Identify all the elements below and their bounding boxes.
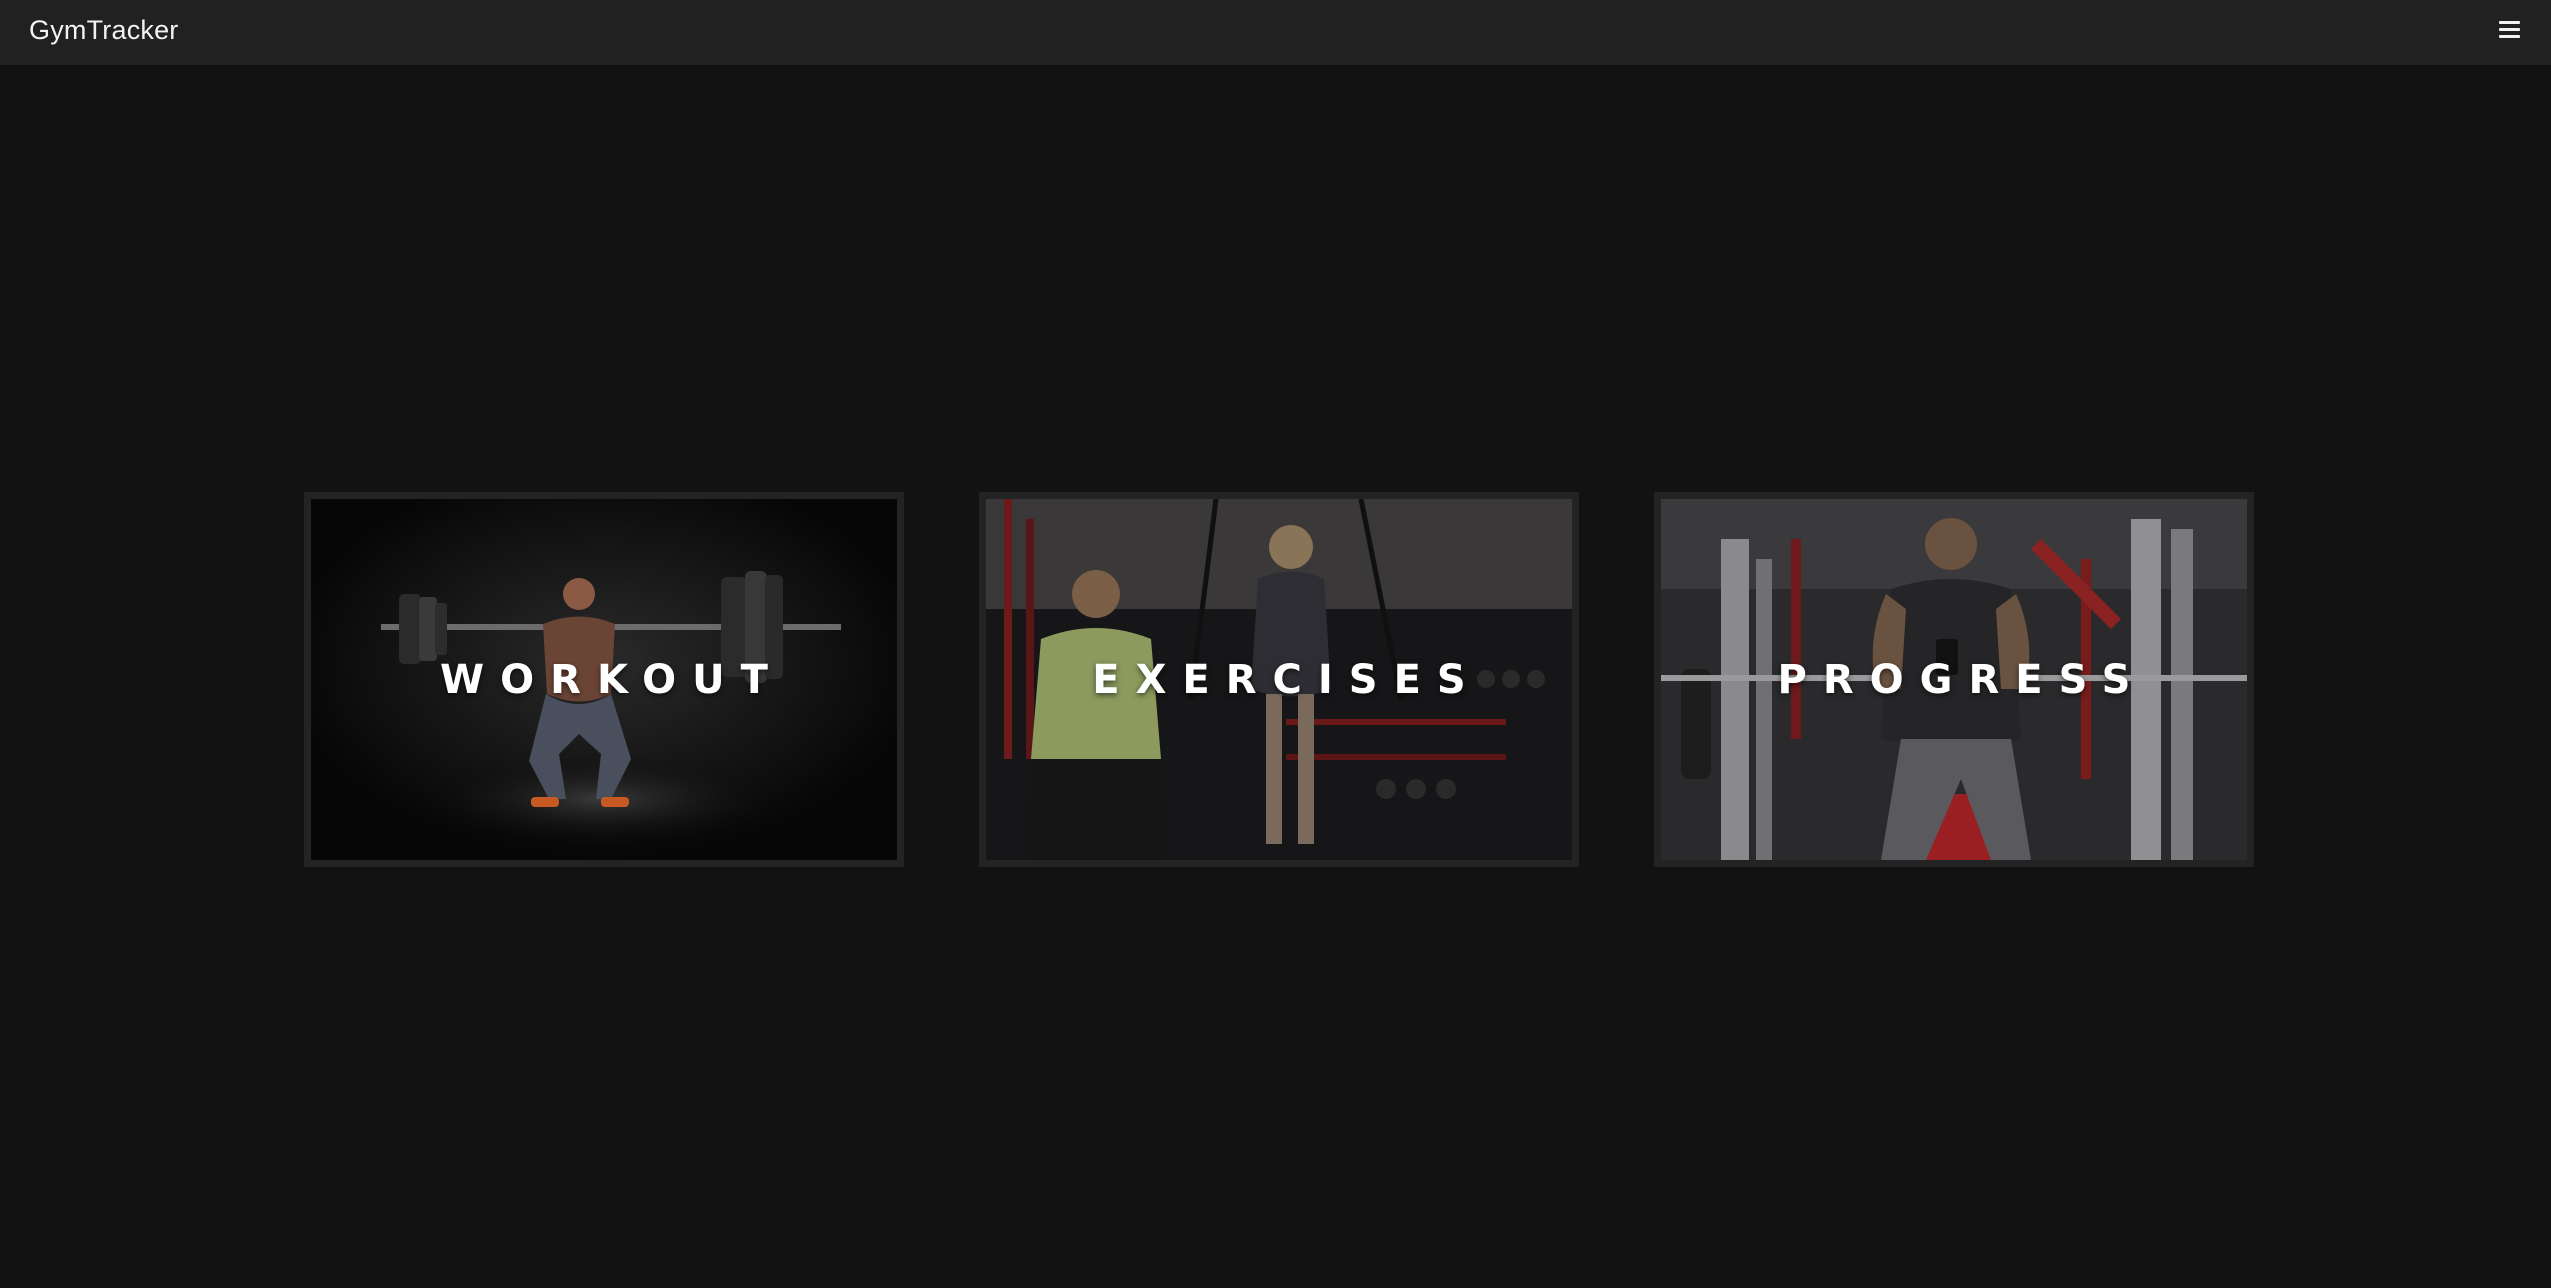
exercises-card[interactable]: EXERCISES (979, 492, 1579, 867)
trx-training-photo: EXERCISES (986, 499, 1572, 860)
progress-card-label: PROGRESS (1777, 656, 2147, 703)
hamburger-menu-icon[interactable] (2489, 0, 2551, 65)
top-navbar: GymTracker (0, 0, 2551, 65)
gym-machine-phone-photo: PROGRESS (1661, 499, 2247, 860)
brand-logo-link[interactable]: GymTracker (29, 15, 179, 46)
exercises-card-label: EXERCISES (1092, 656, 1482, 703)
workout-card[interactable]: WORKOUT (304, 492, 904, 867)
barbell-squat-photo: WORKOUT (311, 499, 897, 860)
workout-card-label: WORKOUT (440, 656, 784, 703)
progress-card[interactable]: PROGRESS (1654, 492, 2254, 867)
